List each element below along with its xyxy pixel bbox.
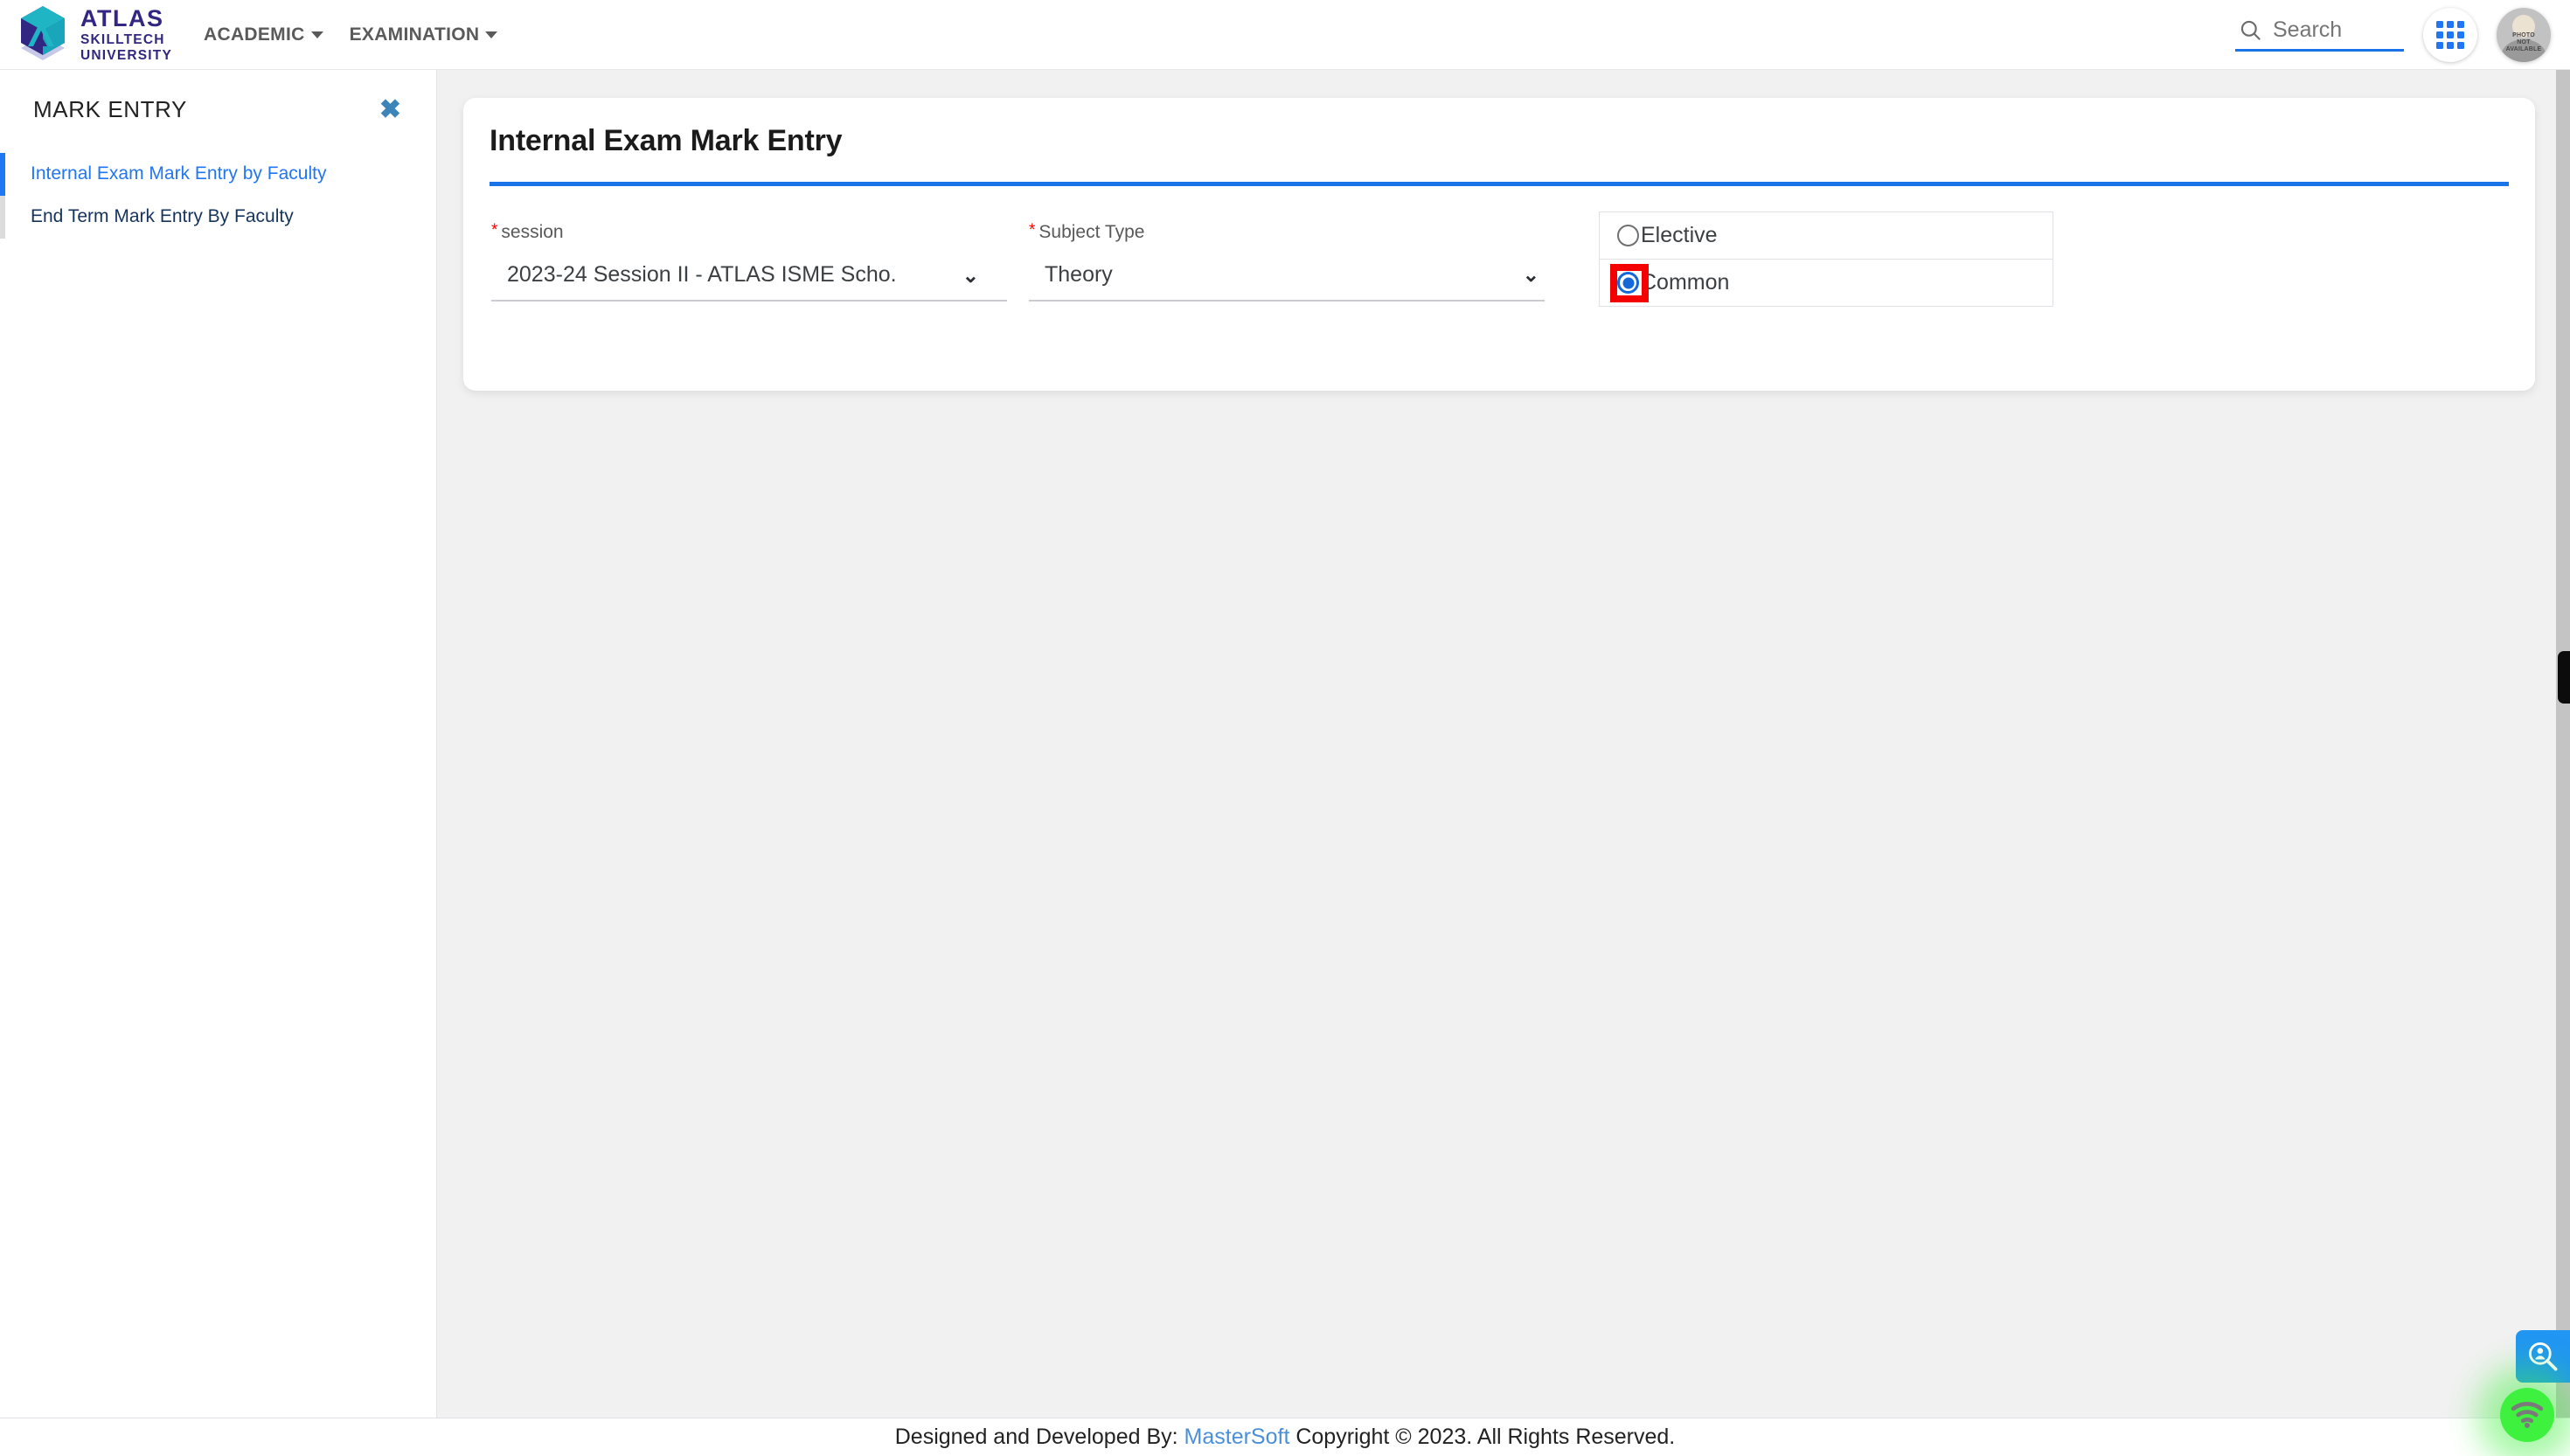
nav-item-academic-label: ACADEMIC xyxy=(204,24,305,45)
nav-item-academic[interactable]: ACADEMIC xyxy=(204,24,323,45)
form-row: * session 2023-24 Session II - ATLAS ISM… xyxy=(491,210,2502,307)
main-content: Internal Exam Mark Entry * session 2023-… xyxy=(437,70,2570,1421)
footer-mastersoft-link[interactable]: MasterSoft xyxy=(1184,1425,1290,1450)
footer-prefix: Designed and Developed By: xyxy=(894,1425,1178,1449)
close-icon[interactable]: ✖ xyxy=(379,96,401,123)
wifi-icon[interactable] xyxy=(2500,1388,2554,1442)
title-accent-bar xyxy=(490,182,2509,186)
top-navbar: ATLAS SKILLTECH UNIVERSITY ACADEMIC EXAM… xyxy=(0,0,2570,70)
radio-option-label: Elective xyxy=(1641,223,1718,247)
search-icon xyxy=(2240,20,2261,40)
radio-icon-selected xyxy=(1617,272,1639,294)
radio-option-elective[interactable]: Elective xyxy=(1600,212,2053,260)
radio-option-label: Common xyxy=(1641,270,1730,295)
session-field: * session 2023-24 Session II - ATLAS ISM… xyxy=(491,210,1007,302)
radio-option-common[interactable]: Common xyxy=(1600,260,2053,306)
nav-item-examination-label: EXAMINATION xyxy=(349,24,480,45)
search-input[interactable] xyxy=(2273,17,2395,43)
sidebar-item-end-term-mark-entry[interactable]: End Term Mark Entry By Faculty xyxy=(0,195,436,239)
session-select-value: 2023-24 Session II - ATLAS ISME Scho. xyxy=(507,262,897,287)
person-search-icon[interactable] xyxy=(2516,1330,2570,1383)
sidebar: MARK ENTRY ✖ Internal Exam Mark Entry by… xyxy=(0,70,437,1421)
subject-type-select-value: Theory xyxy=(1045,262,1113,287)
page-scrollbar-thumb[interactable] xyxy=(2558,651,2570,704)
chevron-down-icon: ⌄ xyxy=(1522,263,1539,286)
sidebar-menu: Internal Exam Mark Entry by Faculty End … xyxy=(0,153,436,239)
subject-type-label-text: Subject Type xyxy=(1038,222,1145,242)
sidebar-item-label: End Term Mark Entry By Faculty xyxy=(31,205,294,226)
navbar-actions: PHOTO NOT AVAILABLE xyxy=(2235,7,2570,62)
logo-text-university: UNIVERSITY xyxy=(80,47,173,63)
logo-text-atlas: ATLAS xyxy=(80,5,164,31)
avatar-text-line3: AVAILABLE xyxy=(2505,46,2542,53)
radio-icon xyxy=(1617,225,1639,246)
search-box[interactable] xyxy=(2235,17,2404,52)
subject-type-select[interactable]: Theory ⌄ xyxy=(1029,262,1545,302)
sidebar-title: MARK ENTRY xyxy=(33,96,187,122)
subject-type-field: * Subject Type Theory ⌄ xyxy=(1029,210,1545,302)
page-footer: Designed and Developed By: MasterSoft Co… xyxy=(0,1418,2570,1456)
page-scrollbar-track[interactable] xyxy=(2556,70,2570,1421)
nav-item-examination[interactable]: EXAMINATION xyxy=(350,24,498,45)
sidebar-item-label: Internal Exam Mark Entry by Faculty xyxy=(31,163,327,184)
subject-category-radio-group: Elective Common xyxy=(1599,211,2053,307)
avatar-placeholder-text: PHOTO NOT AVAILABLE xyxy=(2497,32,2551,53)
mark-entry-card: Internal Exam Mark Entry * session 2023-… xyxy=(463,98,2535,391)
chevron-down-icon: ⌄ xyxy=(962,264,979,287)
apps-grid-icon[interactable] xyxy=(2423,7,2477,62)
brand-logo[interactable]: ATLAS SKILLTECH UNIVERSITY xyxy=(0,3,172,67)
logo-text-skilltech: SKILLTECH xyxy=(80,32,165,47)
avatar-text-line1: PHOTO xyxy=(2512,32,2535,39)
chevron-down-icon xyxy=(310,31,323,38)
sidebar-item-internal-exam-mark-entry[interactable]: Internal Exam Mark Entry by Faculty xyxy=(0,153,436,196)
cube-logo-icon xyxy=(12,3,73,67)
avatar-text-line2: NOT xyxy=(2517,39,2531,46)
page-title: Internal Exam Mark Entry xyxy=(490,124,843,157)
avatar[interactable]: PHOTO NOT AVAILABLE xyxy=(2497,7,2551,62)
session-label-text: session xyxy=(501,222,564,242)
footer-suffix: Copyright © 2023. All Rights Reserved. xyxy=(1295,1425,1676,1449)
required-asterisk: * xyxy=(1029,221,1036,239)
main-nav: ACADEMIC EXAMINATION xyxy=(204,24,498,45)
session-select[interactable]: 2023-24 Session II - ATLAS ISME Scho. ⌄ xyxy=(491,262,1007,302)
subject-type-label: * Subject Type xyxy=(1029,222,1545,243)
chevron-down-icon xyxy=(485,31,498,38)
sidebar-header: MARK ENTRY ✖ xyxy=(0,70,436,123)
required-asterisk: * xyxy=(491,221,498,239)
session-label: * session xyxy=(491,222,1007,243)
